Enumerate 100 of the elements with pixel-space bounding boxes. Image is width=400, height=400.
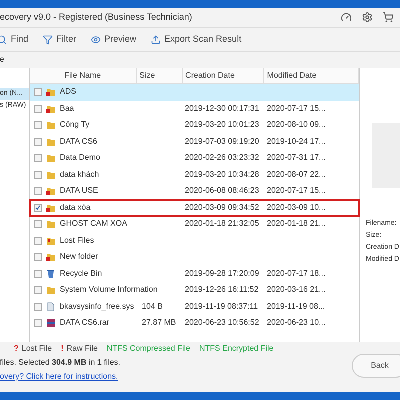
file-row[interactable]: New folder: [30, 249, 359, 266]
file-name: DATA CS6: [60, 136, 98, 148]
file-name: GHOST CAM XOA: [60, 218, 128, 230]
file-row[interactable]: DATA CS6.rar 27.87 MB 2020-06-23 10:56:52 2020-06-23 10...: [30, 315, 359, 332]
column-header[interactable]: Modified Date: [264, 68, 360, 83]
checkbox[interactable]: [34, 138, 42, 146]
file-row[interactable]: ADS: [30, 84, 359, 100]
folder-icon: [46, 170, 56, 180]
checkbox[interactable]: [34, 204, 42, 212]
recycle-bin-icon: [46, 268, 56, 279]
creation-date: 2020-02-26 03:23:32: [185, 153, 260, 162]
modified-date: 2020-03-09 10...: [267, 202, 326, 212]
folder-icon: [46, 120, 56, 130]
file-name: data khách: [60, 168, 100, 181]
back-button[interactable]: Back: [352, 354, 400, 378]
help-link[interactable]: overy? Click here for instructions.: [0, 370, 352, 384]
file-row[interactable]: DATA CS6 2019-07-03 09:19:20 2019-10-24 17...: [30, 134, 359, 150]
file-row[interactable]: data khách 2019-03-20 10:34:28 2020-08-07 22...: [30, 166, 359, 183]
settings-icon[interactable]: [362, 12, 373, 23]
modified-date: 2020-01-18 21...: [267, 219, 326, 228]
file-row[interactable]: Công Ty 2019-03-20 10:01:23 2020-08-10 09...: [30, 117, 359, 134]
modified-date: 2020-07-31 17...: [267, 153, 326, 162]
toolbar-button[interactable]: Export Scan Result: [150, 32, 242, 46]
creation-date: 2019-03-20 10:34:28: [185, 170, 260, 179]
deleted-folder-icon: [46, 252, 56, 262]
column-header[interactable]: Creation Date: [182, 68, 264, 83]
file-row[interactable]: DATA USE 2020-06-08 08:46:23 2020-07-17 15...: [30, 183, 359, 200]
creation-date: 2019-12-30 00:17:31: [185, 104, 260, 113]
file-name: System Volume Information: [60, 284, 158, 296]
creation-date: 2019-11-19 08:37:11: [185, 302, 258, 311]
file-row[interactable]: Data Demo 2020-02-26 03:23:32 2020-07-31 17...: [30, 150, 359, 166]
legend-label: Raw File: [66, 343, 98, 355]
checkbox[interactable]: [34, 170, 42, 179]
folder-icon: [46, 219, 56, 230]
file-name: New folder: [60, 251, 100, 264]
toolbar-button[interactable]: Find: [0, 32, 29, 46]
checkbox[interactable]: [34, 154, 42, 162]
checkmark-icon: [35, 204, 41, 211]
checkbox[interactable]: [34, 302, 42, 311]
folder-icon: [46, 136, 56, 147]
column-header[interactable]: Size: [136, 68, 183, 83]
file-name: Baa: [60, 102, 76, 115]
folder-icon: [46, 285, 56, 296]
creation-date: 2019-03-20 10:01:23: [185, 120, 260, 130]
file-name: Recycle Bin: [60, 268, 104, 280]
search-icon: [0, 34, 7, 44]
deleted-folder-icon: [46, 87, 56, 98]
modified-date: 2020-07-17 18...: [267, 268, 326, 278]
modified-date: 2020-07-17 15...: [267, 104, 326, 113]
file-row[interactable]: GHOST CAM XOA 2020-01-18 21:32:05 2020-01-18 21...: [30, 216, 359, 232]
file-name: data xóa: [60, 202, 92, 214]
file-size: 104 B: [142, 302, 163, 311]
file-row[interactable]: bkavsysinfo_free.sys 104 B 2019-11-19 08:37:11 2019-11-19 08...: [30, 298, 359, 315]
checkbox[interactable]: [34, 253, 42, 262]
file-name: Lost Files: [60, 234, 96, 247]
checkbox[interactable]: [34, 286, 42, 294]
checkbox[interactable]: [34, 104, 42, 113]
eye-icon: [90, 34, 101, 44]
modified-date: 2020-08-10 09...: [267, 120, 326, 130]
creation-date: 2020-03-09 09:34:52: [185, 202, 260, 212]
creation-date: 2019-09-28 17:20:09: [185, 268, 260, 278]
file-name: ADS: [60, 86, 78, 98]
deleted-folder-icon: [46, 104, 56, 114]
file-name: Công Ty: [60, 119, 91, 132]
path-text: e: [0, 54, 4, 66]
cart-icon[interactable]: [383, 12, 394, 23]
creation-date: 2019-12-26 16:11:52: [185, 285, 259, 294]
folder-icon: [46, 153, 56, 164]
checkbox[interactable]: [34, 220, 42, 228]
checkbox[interactable]: [34, 319, 42, 328]
modified-date: 2020-06-23 10...: [267, 318, 326, 328]
creation-date: 2020-01-18 21:32:05: [185, 219, 260, 228]
file-row[interactable]: data xóa 2020-03-09 09:34:52 2020-03-09 10...: [30, 200, 359, 216]
deleted-folder-icon: [46, 186, 56, 196]
toolbar-button[interactable]: Filter: [42, 32, 77, 46]
file-row[interactable]: Lost Files: [30, 232, 359, 249]
status-text: files. Selected 304.9 MB in 1 files.: [0, 357, 122, 369]
file-size: 27.87 MB: [142, 318, 176, 328]
export-icon: [150, 34, 161, 44]
modified-date: 2020-03-16 21...: [267, 285, 326, 294]
gauge-icon[interactable]: [341, 12, 352, 23]
file-name: Data Demo: [60, 152, 102, 164]
file-icon: [46, 302, 56, 312]
column-header[interactable]: File Name: [30, 68, 137, 83]
creation-date: 2020-06-23 10:56:52: [185, 318, 260, 328]
toolbar-button[interactable]: Preview: [90, 32, 137, 46]
checkbox[interactable]: [34, 270, 42, 278]
checkbox[interactable]: [34, 187, 42, 196]
file-row[interactable]: Recycle Bin 2019-09-28 17:20:09 2020-07-17 18...: [30, 266, 359, 282]
window-title: ecovery v9.0 - Registered (Business Technician): [0, 10, 192, 24]
modified-date: 2020-08-07 22...: [267, 170, 326, 179]
legend-label: NTFS Encrypted File: [200, 343, 274, 355]
legend-label: NTFS Compressed File: [106, 343, 190, 355]
file-row[interactable]: Baa 2019-12-30 00:17:31 2020-07-17 15...: [30, 100, 359, 117]
legend-label: Lost File: [22, 343, 52, 355]
file-row[interactable]: System Volume Information 2019-12-26 16:11:52 2020-03-16 21...: [30, 282, 359, 298]
file-name: bkavsysinfo_free.sys: [60, 300, 136, 313]
checkbox[interactable]: [34, 121, 42, 130]
checkbox[interactable]: [34, 88, 42, 96]
checkbox[interactable]: [34, 236, 42, 245]
